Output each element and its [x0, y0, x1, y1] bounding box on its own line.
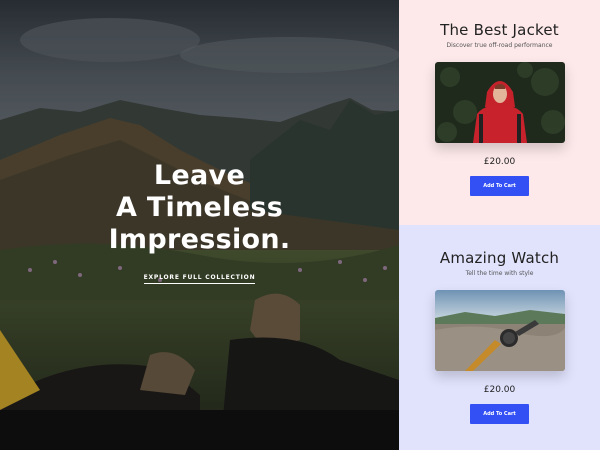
product-subtitle: Tell the time with style — [465, 270, 534, 277]
add-to-cart-button[interactable]: Add To Cart — [470, 404, 529, 424]
product-title: Amazing Watch — [439, 249, 560, 267]
hero-banner: Leave A Timeless Impression. EXPLORE FUL… — [0, 0, 399, 450]
product-title: The Best Jacket — [440, 21, 559, 39]
product-price: £20.00 — [483, 385, 516, 395]
hero-headline-line-2: A Timeless — [115, 192, 284, 223]
product-card-jacket: The Best Jacket Discover true off-road p… — [399, 0, 600, 225]
add-to-cart-button[interactable]: Add To Cart — [470, 176, 529, 196]
hero-headline-line-1: Leave — [153, 160, 246, 191]
product-subtitle: Discover true off-road performance — [446, 42, 553, 49]
hero-text-block: Leave A Timeless Impression. EXPLORE FUL… — [0, 160, 399, 284]
jacket-product-image[interactable] — [434, 62, 565, 143]
explore-collection-link[interactable]: EXPLORE FULL COLLECTION — [143, 274, 256, 284]
product-card-watch: Amazing Watch Tell the time with style £… — [399, 225, 600, 450]
hero-headline-line-3: Impression. — [108, 224, 291, 255]
product-price: £20.00 — [483, 157, 516, 167]
watch-product-image[interactable] — [434, 290, 565, 371]
